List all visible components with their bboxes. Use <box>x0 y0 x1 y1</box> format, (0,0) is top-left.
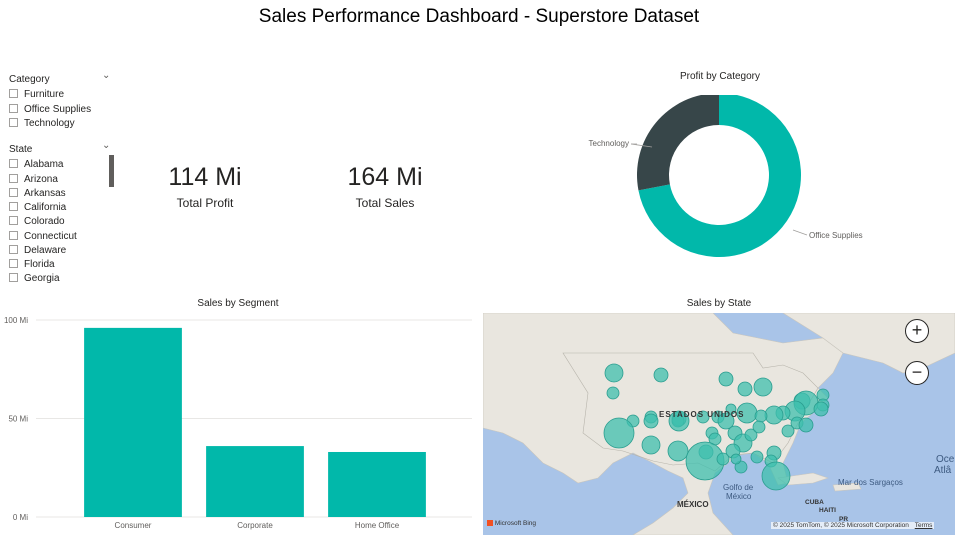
state-bubble[interactable] <box>730 453 742 465</box>
map-label-ocean: Oce <box>936 454 955 465</box>
x-tick-label: Corporate <box>237 521 273 530</box>
checkbox-icon[interactable] <box>9 89 18 98</box>
bar-x-axis-ticks: Consumer Corporate Home Office <box>115 521 400 530</box>
y-tick-label: 100 Mi <box>4 316 28 325</box>
checkbox-icon[interactable] <box>9 159 18 168</box>
map-label-atlantic: Atlâ <box>934 465 952 476</box>
state-chevron-down-icon[interactable]: ⌄ <box>102 140 110 151</box>
state-bubble[interactable] <box>716 452 730 466</box>
map-label-mexico: MÉXICO <box>677 500 709 509</box>
state-bubble[interactable] <box>667 440 689 462</box>
checkbox-icon[interactable] <box>9 273 18 282</box>
x-tick-label: Consumer <box>115 521 152 530</box>
state-slicer-header: State <box>9 144 33 155</box>
state-bubble[interactable] <box>781 424 795 438</box>
microsoft-logo-icon <box>487 520 493 527</box>
category-option-technology[interactable]: Technology <box>9 118 75 132</box>
sales-by-state-map[interactable]: ESTADOS UNIDOS Golfo de México MÉXICO Ma… <box>483 313 955 535</box>
state-slicer-scrollbar[interactable] <box>109 155 114 187</box>
bar-consumer[interactable] <box>84 327 182 517</box>
state-bubble[interactable] <box>641 435 661 455</box>
checkbox-icon[interactable] <box>9 104 18 113</box>
category-option-office-supplies[interactable]: Office Supplies <box>9 104 91 118</box>
state-bubble[interactable] <box>604 363 624 383</box>
map-label-haiti: HAITI <box>819 507 836 514</box>
checkbox-icon[interactable] <box>9 245 18 254</box>
map-title: Sales by State <box>686 298 752 309</box>
donut-chart-title: Profit by Category <box>679 71 761 82</box>
map-label-country: ESTADOS UNIDOS <box>659 410 745 419</box>
map-label-gulf: Golfo de <box>723 483 754 492</box>
map-canvas <box>483 313 955 535</box>
state-bubble[interactable] <box>753 377 773 397</box>
state-option-delaware[interactable]: Delaware <box>9 245 66 259</box>
map-attribution: © 2025 TomTom, © 2025 Microsoft Corporat… <box>771 522 935 529</box>
state-bubble[interactable] <box>750 450 764 464</box>
bing-logo: Microsoft Bing <box>487 520 536 527</box>
state-option-alabama[interactable]: Alabama <box>9 159 63 173</box>
state-bubble[interactable] <box>754 409 768 423</box>
state-option-colorado[interactable]: Colorado <box>9 216 65 230</box>
state-option-georgia[interactable]: Georgia <box>9 273 60 287</box>
checkbox-icon[interactable] <box>9 216 18 225</box>
state-option-california[interactable]: California <box>9 202 66 216</box>
state-bubble[interactable] <box>752 420 766 434</box>
state-option-arizona[interactable]: Arizona <box>9 174 58 188</box>
y-tick-label: 0 Mi <box>13 513 28 522</box>
state-option-florida[interactable]: Florida <box>9 259 55 273</box>
state-bubble[interactable] <box>813 401 829 417</box>
state-bubble[interactable] <box>761 461 791 491</box>
donut-slices <box>637 95 801 257</box>
terms-link[interactable]: Terms <box>915 522 933 529</box>
bar-chart: 0 Mi 50 Mi 100 Mi Consumer Corporate Home Of… <box>4 316 472 530</box>
total-sales-label: Total Sales <box>355 196 415 210</box>
category-slicer-header: Category <box>9 74 50 85</box>
total-sales-value: 164 Mi <box>347 163 423 191</box>
state-bubble[interactable] <box>737 381 753 397</box>
total-profit-label: Total Profit <box>176 196 234 210</box>
category-chevron-down-icon[interactable]: ⌄ <box>102 70 110 81</box>
total-profit-value: 114 Mi <box>168 163 242 191</box>
north-america-landmass <box>483 313 844 535</box>
zoom-in-button[interactable]: + <box>905 319 929 343</box>
x-tick-label: Home Office <box>355 521 400 530</box>
map-label-cuba: CUBA <box>805 499 824 506</box>
state-option-arkansas[interactable]: Arkansas <box>9 188 66 202</box>
dashboard-title: Sales Performance Dashboard - Superstore… <box>258 6 700 27</box>
map-label-sargasso: Mar dos Sargaços <box>838 478 903 487</box>
bar-y-axis-ticks: 0 Mi 50 Mi 100 Mi <box>4 316 28 522</box>
state-bubble[interactable] <box>653 367 669 383</box>
state-option-connecticut[interactable]: Connecticut <box>9 231 77 245</box>
office-supplies-leader-line <box>792 229 808 236</box>
checkbox-icon[interactable] <box>9 188 18 197</box>
donut-label-technology: Technology <box>589 139 629 148</box>
donut-chart: Technology Office Supplies <box>589 95 863 257</box>
bar-home-office[interactable] <box>328 451 426 517</box>
checkbox-icon[interactable] <box>9 231 18 240</box>
donut-slice-technology[interactable] <box>637 95 719 191</box>
donut-label-office-supplies: Office Supplies <box>809 231 863 240</box>
checkbox-icon[interactable] <box>9 118 18 127</box>
map-label-gulf-2: México <box>726 492 752 501</box>
state-bubble[interactable] <box>798 417 814 433</box>
category-option-furniture[interactable]: Furniture <box>9 89 64 103</box>
y-tick-label: 50 Mi <box>8 415 28 424</box>
zoom-out-button[interactable]: − <box>905 361 929 385</box>
checkbox-icon[interactable] <box>9 174 18 183</box>
state-bubble[interactable] <box>764 405 784 425</box>
state-bubble[interactable] <box>603 417 635 449</box>
checkbox-icon[interactable] <box>9 202 18 211</box>
state-bubble[interactable] <box>718 371 734 387</box>
bar-corporate[interactable] <box>206 446 304 517</box>
bar-series <box>84 327 426 517</box>
bar-chart-title: Sales by Segment <box>197 298 279 309</box>
state-bubble[interactable] <box>606 386 620 400</box>
state-bubble[interactable] <box>643 413 659 429</box>
checkbox-icon[interactable] <box>9 259 18 268</box>
